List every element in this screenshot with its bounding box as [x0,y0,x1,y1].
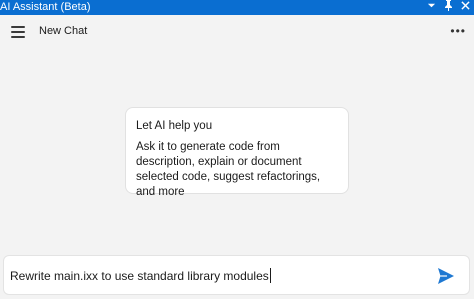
intro-card-heading: Let AI help you [136,120,213,132]
prompt-input[interactable]: Rewrite main.ixx to use standard library… [10,267,430,285]
intro-card-body: Ask it to generate code from description… [136,141,321,198]
ai-assistant-window: AI Assistant (Beta) New Chat ••• Let AI … [0,0,474,299]
send-button[interactable] [437,267,455,285]
chevron-down-icon[interactable] [426,0,436,16]
title-bar-controls [426,0,470,16]
prompt-input-bar: Rewrite main.ixx to use standard library… [3,255,470,295]
hamburger-menu-icon[interactable] [11,26,25,38]
pin-icon[interactable] [443,0,453,16]
close-icon[interactable] [460,0,470,16]
chat-title: New Chat [39,25,88,37]
window-title: AI Assistant (Beta) [0,1,91,13]
more-options-icon[interactable]: ••• [450,24,466,38]
title-bar: AI Assistant (Beta) [0,0,474,15]
intro-card: Let AI help you Ask it to generate code … [125,107,349,198]
chat-header: New Chat ••• [0,15,474,48]
send-icon [438,268,454,284]
text-caret [269,268,271,283]
prompt-input-text: Rewrite main.ixx to use standard library… [10,269,269,283]
